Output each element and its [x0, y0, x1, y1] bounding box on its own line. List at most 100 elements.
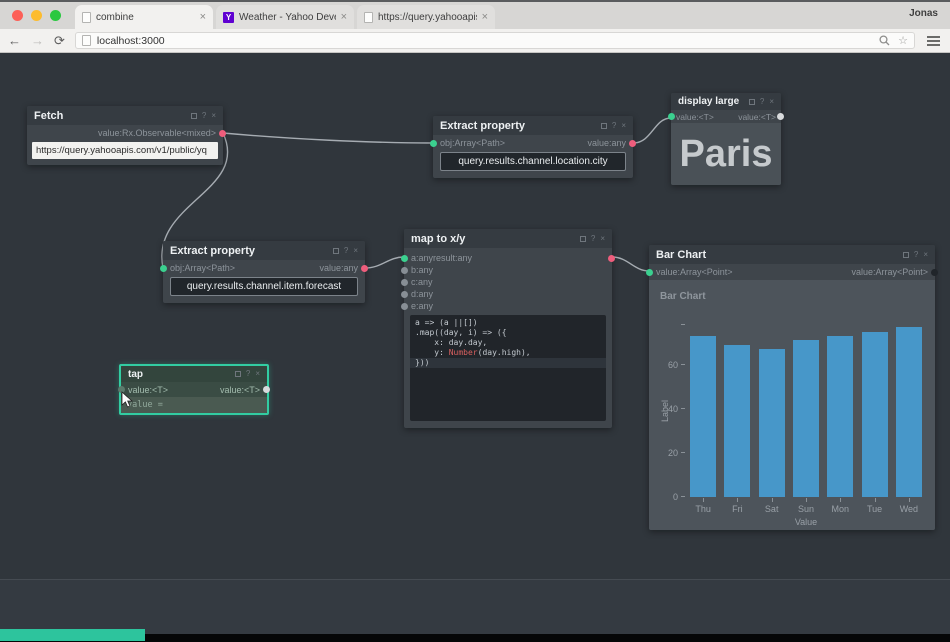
help-icon[interactable]: ? [914, 250, 918, 259]
chart-title: Bar Chart [660, 291, 706, 302]
collapse-icon[interactable] [579, 235, 586, 242]
output-port-dot[interactable] [219, 129, 226, 137]
help-icon[interactable]: ? [344, 246, 348, 255]
input-port-label: value:<T> [128, 384, 169, 395]
x-tick-label: Wed [899, 504, 919, 514]
collapse-icon[interactable] [190, 112, 197, 119]
url-text[interactable]: localhost:3000 [97, 35, 873, 47]
help-icon[interactable]: ? [591, 234, 595, 243]
node-map-to-xy[interactable]: map to x/y ? × a:any result:any b:any c:… [401, 229, 615, 428]
x-tick-label: Sun [797, 504, 815, 514]
code-editor[interactable]: a => (a ||[]) .map((day, i) => ({ x: day.… [410, 315, 606, 421]
collapse-icon[interactable] [600, 122, 607, 129]
output-port-label: value:Rx.Observable<mixed> [97, 128, 216, 138]
tab-close-icon[interactable]: × [341, 11, 347, 23]
input-port-label: value:Array<Point> [656, 267, 733, 277]
search-icon[interactable] [879, 35, 890, 46]
output-port-dot[interactable] [263, 386, 270, 393]
input-port-label: b:any [411, 265, 434, 275]
close-icon[interactable]: × [923, 250, 928, 259]
collapse-icon[interactable] [332, 247, 339, 254]
node-extract-city[interactable]: Extract property ? × obj:Array<Path> val… [430, 116, 636, 178]
output-port-label: result:any [433, 253, 473, 263]
mouse-cursor-icon [121, 391, 134, 408]
collapse-icon[interactable] [902, 251, 909, 258]
zoom-window-button[interactable] [50, 10, 61, 21]
input-port-dot-b[interactable] [401, 266, 408, 274]
input-port-label: d:any [411, 289, 434, 299]
help-icon[interactable]: ? [202, 111, 206, 120]
fetch-url-input[interactable]: https://query.yahooapis.com/v1/public/yq [32, 142, 218, 159]
close-icon[interactable]: × [353, 246, 358, 255]
tab-close-icon[interactable]: × [482, 11, 488, 23]
x-tick-label: Fri [732, 504, 743, 514]
output-port-dot[interactable] [777, 113, 784, 120]
tab-combine[interactable]: combine × [75, 5, 213, 29]
output-port-dot[interactable] [629, 139, 636, 147]
chart-area: Bar Chart Thu Fri Sat Sun Mon Tue Wed 0 20 40 60 Va… [649, 280, 935, 530]
profile-name[interactable]: Jonas [909, 8, 938, 19]
node-extract-forecast[interactable]: Extract property ? × obj:Array<Path> val… [160, 241, 368, 303]
close-icon[interactable]: × [621, 121, 626, 130]
node-header[interactable]: tap ? × [121, 366, 267, 382]
node-header[interactable]: Fetch ? × [27, 106, 223, 125]
close-icon[interactable]: × [255, 370, 260, 378]
input-port-dot[interactable] [430, 139, 437, 147]
node-header[interactable]: Extract property ? × [163, 241, 365, 260]
input-port-dot-d[interactable] [401, 290, 408, 298]
node-header[interactable]: map to x/y ? × [404, 229, 612, 248]
tab-title: https://query.yahooapis.co [378, 11, 477, 23]
node-header[interactable]: Extract property ? × [433, 116, 633, 135]
output-port-dot[interactable] [931, 268, 938, 276]
chart-bar-thu [690, 336, 717, 497]
wire-fetch-to-extract-city [222, 132, 434, 144]
collapse-icon[interactable] [748, 98, 755, 105]
path-input[interactable]: query.results.channel.location.city [440, 152, 626, 171]
input-port-dot[interactable] [160, 264, 167, 272]
tab-yahooapis[interactable]: https://query.yahooapis.co × [357, 5, 495, 29]
display-value: Paris [671, 123, 781, 185]
help-icon[interactable]: ? [246, 370, 250, 378]
address-bar[interactable]: localhost:3000 ☆ [74, 32, 915, 49]
node-tap[interactable]: tap ? × value:<T> value:<T> value = [118, 364, 270, 415]
output-port-dot[interactable] [361, 264, 368, 272]
input-port-dot-c[interactable] [401, 278, 408, 286]
video-progress-bar[interactable] [0, 629, 145, 641]
menu-icon[interactable] [925, 34, 942, 48]
wire-map-to-barchart [611, 256, 650, 272]
node-editor-canvas[interactable]: Fetch ? × value:Rx.Observable<mixed> htt… [0, 53, 950, 579]
tap-value-field[interactable]: value = [121, 397, 267, 413]
input-port-label: e:any [411, 301, 434, 311]
reload-button[interactable]: ⟳ [54, 34, 65, 47]
node-bar-chart[interactable]: Bar Chart ? × value:Array<Point> value:A… [646, 245, 938, 530]
node-header[interactable]: Bar Chart ? × [649, 245, 935, 264]
input-port-dot[interactable] [668, 113, 675, 120]
input-port-label: obj:Array<Path> [170, 263, 236, 273]
output-port-dot[interactable] [608, 254, 615, 262]
node-display-large[interactable]: display large ? × value:<T> value:<T> Pa… [668, 93, 784, 185]
chart-bar-fri [724, 344, 751, 497]
close-icon[interactable]: × [600, 234, 605, 243]
chart-bar-sat [758, 349, 785, 497]
node-header[interactable]: display large ? × [671, 93, 781, 110]
close-icon[interactable]: × [769, 97, 774, 106]
y-tick-label: 60 [667, 359, 678, 370]
tab-close-icon[interactable]: × [200, 11, 206, 23]
tab-yahoo-weather[interactable]: Y Weather - Yahoo Develope × [216, 5, 354, 29]
bookmark-star-icon[interactable]: ☆ [898, 34, 908, 47]
collapse-icon[interactable] [234, 371, 241, 377]
input-port-dot-a[interactable] [401, 254, 408, 262]
x-axis-label: Value [794, 517, 818, 527]
input-port-dot[interactable] [646, 268, 653, 276]
help-icon[interactable]: ? [612, 121, 616, 130]
path-input[interactable]: query.results.channel.item.forecast [170, 277, 358, 296]
close-icon[interactable]: × [211, 111, 216, 120]
close-window-button[interactable] [12, 10, 23, 21]
minimize-window-button[interactable] [31, 10, 42, 21]
help-icon[interactable]: ? [760, 97, 764, 106]
node-title: map to x/y [411, 232, 466, 245]
node-fetch[interactable]: Fetch ? × value:Rx.Observable<mixed> htt… [27, 106, 226, 165]
input-port-dot-e[interactable] [401, 302, 408, 310]
back-button[interactable]: ← [8, 34, 21, 47]
forward-button[interactable]: → [31, 34, 44, 47]
